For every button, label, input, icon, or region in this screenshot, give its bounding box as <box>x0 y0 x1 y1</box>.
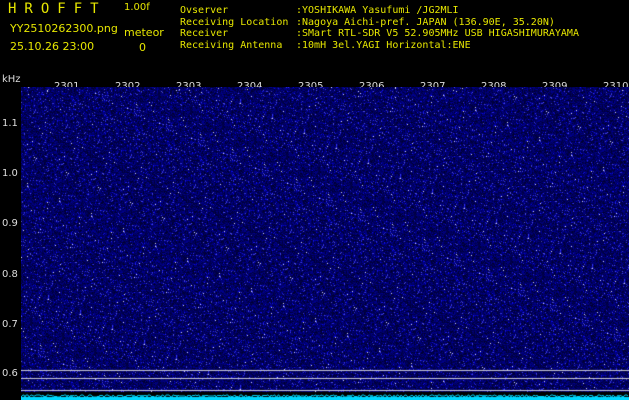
version-label: 1.00f <box>124 2 150 13</box>
app-title: HROFFT <box>8 1 107 17</box>
filename-label: YY2510262300.png <box>10 22 118 35</box>
y-tick-label: 1.1 <box>2 118 18 129</box>
y-tick-label: 0.9 <box>2 218 18 229</box>
header-panel: HROFFT 1.00f YY2510262300.png 25.10.26 2… <box>0 0 629 74</box>
info-row-antenna: Receiving Antenna:10mH 3el.YAGI Horizont… <box>180 39 471 51</box>
info-row-location: Receiving Location:Nagoya Aichi-pref. JA… <box>180 16 555 28</box>
y-tick-label: 0.7 <box>2 319 18 330</box>
y-axis-unit: kHz <box>2 74 21 85</box>
y-tick-label: 0.8 <box>2 269 18 280</box>
info-row-receiver: Receiver:SMart RTL-SDR V5 52.905MHz USB … <box>180 28 579 39</box>
y-tick-label: 1.0 <box>2 168 18 179</box>
waterfall-spectrogram <box>21 87 629 400</box>
datetime-label: 25.10.26 23:00 <box>10 40 95 53</box>
station-info: Ovserver:YOSHIKAWA Yasufumi /JG2MLI Rece… <box>180 5 579 51</box>
meteor-count: 0 <box>139 41 146 54</box>
y-tick-label: 0.6 <box>2 368 18 379</box>
meteor-label: meteor <box>124 26 164 39</box>
info-row-observer: Ovserver:YOSHIKAWA Yasufumi /JG2MLI <box>180 5 459 16</box>
